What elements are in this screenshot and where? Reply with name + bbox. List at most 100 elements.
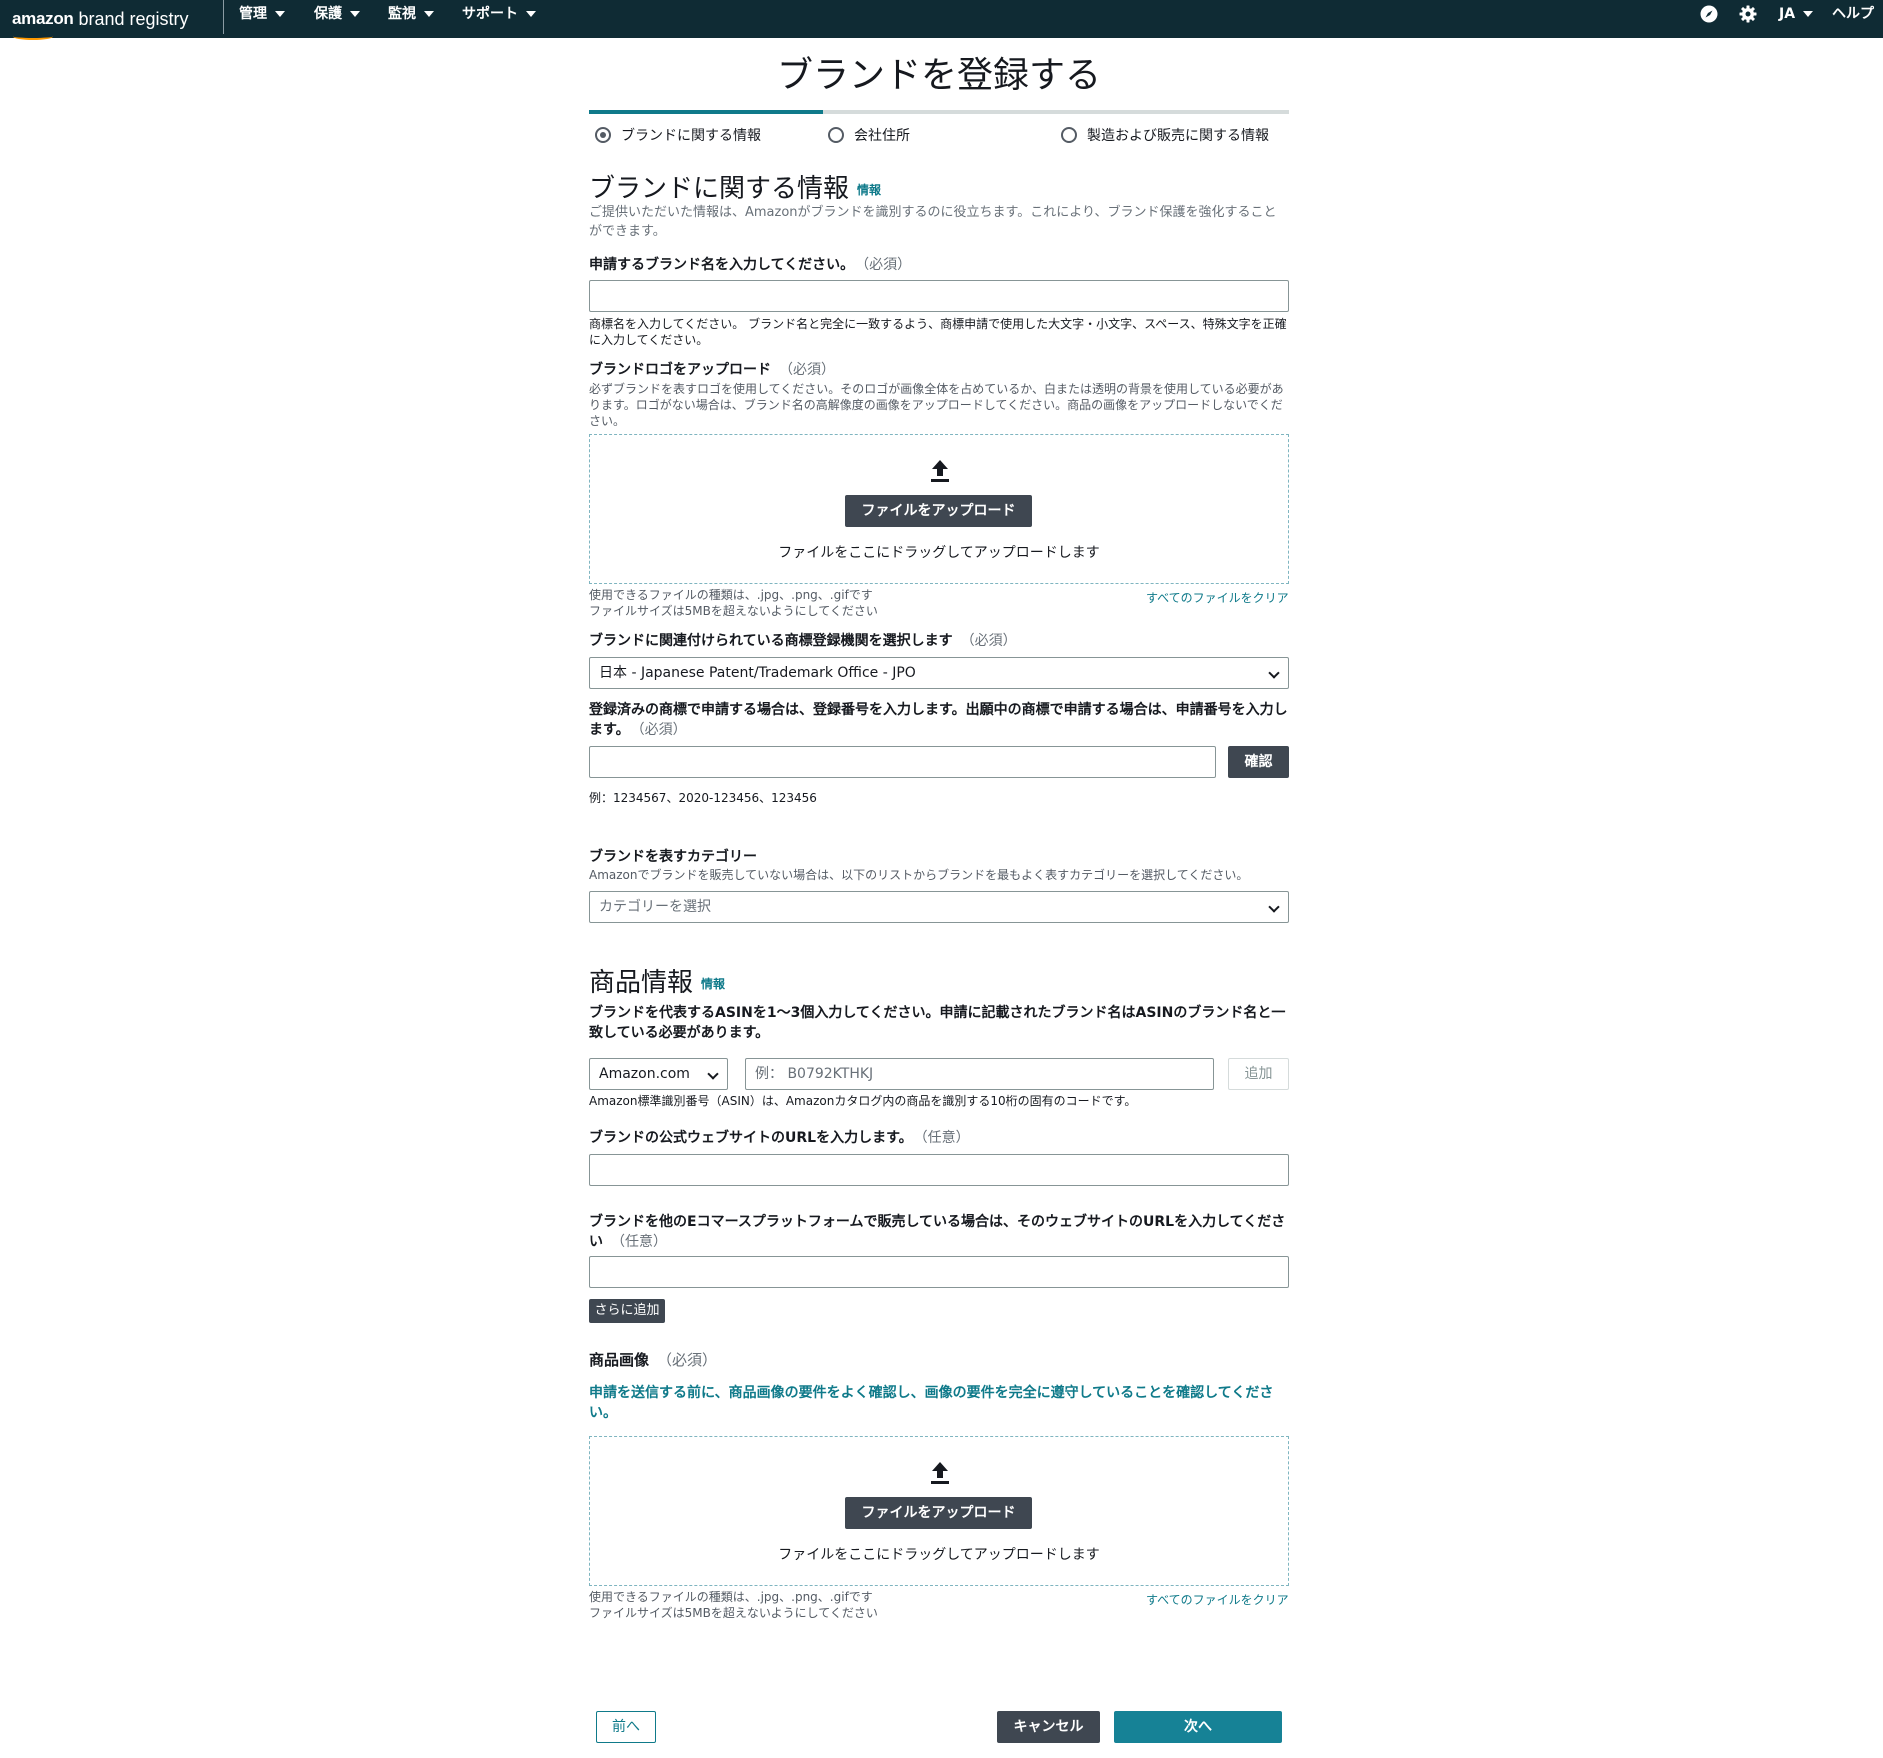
- upload-file-button[interactable]: ファイルをアップロード: [845, 1497, 1032, 1529]
- select-placeholder: カテゴリーを選択: [599, 899, 711, 915]
- brand-logo-help: 必ずブランドを表すロゴを使用してください。そのロゴが画像全体を占めているか、白ま…: [589, 382, 1284, 428]
- nav-menu-label: サポート: [462, 6, 518, 22]
- chevron-down-icon: [1268, 901, 1280, 913]
- language-label: JA: [1779, 6, 1796, 22]
- add-asin-button[interactable]: 追加: [1228, 1058, 1289, 1090]
- registration-number-example: 例：1234567、2020-123456、123456: [589, 791, 817, 805]
- required-tag: （必須）: [637, 722, 687, 738]
- add-more-button[interactable]: さらに追加: [589, 1299, 665, 1323]
- info-link[interactable]: 情報: [701, 977, 725, 991]
- upload-file-button[interactable]: ファイルをアップロード: [845, 495, 1032, 527]
- product-images-dropzone[interactable]: ファイルをアップロード ファイルをここにドラッグしてアップロードします: [589, 1436, 1289, 1586]
- upload-arrow-icon: [931, 1462, 949, 1484]
- product-images-warning: 申請を送信する前に、商品画像の要件をよく確認し、画像の要件を完全に遵守しているこ…: [589, 1385, 1274, 1421]
- product-images-label: 商品画像 （必須）: [589, 1350, 1289, 1370]
- drop-hint-text: ファイルをここにドラッグしてアップロードします: [778, 545, 1100, 561]
- nav-menu-protect[interactable]: 保護: [314, 0, 360, 28]
- ecommerce-url-input[interactable]: [589, 1256, 1289, 1288]
- input-placeholder: 例： B0792KTHKJ: [755, 1066, 874, 1082]
- prev-button[interactable]: 前へ: [596, 1711, 656, 1743]
- label-text: 商品画像: [589, 1351, 650, 1369]
- brand-name-label: 申請するブランド名を入力してください。 （必須）: [589, 255, 1289, 275]
- images-clear-files-link[interactable]: すべてのファイルをクリア: [1146, 1591, 1289, 1608]
- radio-empty-icon: [1061, 127, 1077, 143]
- nav-menu-label: 保護: [314, 6, 342, 22]
- required-tag: （必須）: [960, 633, 1017, 649]
- category-help: Amazonでブランドを販売していない場合は、以下のリストからブランドを最もよく…: [589, 868, 1249, 882]
- label-text: 登録済みの商標で申請する場合は、登録番号を入力します。出願中の商標で申請する場合…: [589, 702, 1288, 738]
- progress-fill: [589, 110, 823, 114]
- brand-registry-logo[interactable]: amazon brand registry: [12, 2, 189, 40]
- step-brand-info[interactable]: ブランドに関する情報: [595, 125, 761, 145]
- heading-text: 商品情報: [589, 968, 694, 998]
- nav-menu-label: 管理: [239, 6, 267, 22]
- caret-down-icon: [526, 11, 536, 17]
- logo-brand-registry-text: brand registry: [78, 8, 189, 29]
- nav-menu-monitor[interactable]: 監視: [388, 0, 434, 28]
- radio-empty-icon: [828, 127, 844, 143]
- step-label: 製造および販売に関する情報: [1087, 128, 1269, 144]
- caret-down-icon: [350, 11, 360, 17]
- website-label: ブランドの公式ウェブサイトのURLを入力します。 （任意）: [589, 1128, 1289, 1148]
- nav-menu-label: 監視: [388, 6, 416, 22]
- logo-smile-mark: [13, 33, 53, 40]
- compass-icon[interactable]: [1699, 4, 1719, 24]
- top-nav-bar: amazon brand registry 管理 保護 監視 サポート JA ヘ…: [0, 0, 1883, 40]
- registration-number-input[interactable]: [589, 746, 1216, 778]
- logo-amazon-text: amazon: [12, 9, 74, 28]
- trademark-office-select[interactable]: 日本 - Japanese Patent/Trademark Office - …: [589, 657, 1289, 689]
- drop-hint-text: ファイルをここにドラッグしてアップロードします: [778, 1547, 1100, 1563]
- nav-menu-manage[interactable]: 管理: [239, 0, 285, 28]
- caret-down-icon: [275, 11, 285, 17]
- gear-icon[interactable]: [1738, 4, 1758, 24]
- registration-number-label: 登録済みの商標で申請する場合は、登録番号を入力します。出願中の商標で申請する場合…: [589, 700, 1289, 740]
- cancel-button[interactable]: キャンセル: [997, 1711, 1100, 1743]
- caret-down-icon: [424, 11, 434, 17]
- logo-dropzone[interactable]: ファイルをアップロード ファイルをここにドラッグしてアップロードします: [589, 434, 1289, 584]
- optional-tag: （任意）: [920, 1130, 970, 1146]
- step-label: 会社住所: [854, 128, 910, 144]
- asin-label: ブランドを代表するASINを1〜3個入力してください。申請に記載されたブランド名…: [589, 1005, 1286, 1041]
- next-button[interactable]: 次へ: [1114, 1711, 1282, 1743]
- label-text: ブランドを他のEコマースプラットフォームで販売している場合は、そのウェブサイトの…: [589, 1214, 1286, 1250]
- caret-down-icon: [1803, 11, 1814, 17]
- chevron-down-icon: [1268, 667, 1280, 679]
- label-text: ブランドの公式ウェブサイトのURLを入力します。: [589, 1130, 913, 1146]
- heading-text: ブランドに関する情報: [589, 174, 850, 204]
- select-value: 日本 - Japanese Patent/Trademark Office - …: [599, 665, 916, 681]
- step-label: ブランドに関する情報: [621, 128, 761, 144]
- product-info-heading: 商品情報 情報: [589, 962, 725, 999]
- label-text: ブランドロゴをアップロード: [589, 362, 771, 378]
- website-url-input[interactable]: [589, 1154, 1289, 1186]
- upload-arrow-icon: [931, 460, 949, 482]
- asin-input[interactable]: 例： B0792KTHKJ: [745, 1058, 1214, 1090]
- optional-tag: （任意）: [611, 1234, 667, 1250]
- logo-clear-files-link[interactable]: すべてのファイルをクリア: [1146, 589, 1289, 606]
- label-text: ブランドに関連付けられている商標登録機関を選択します: [589, 633, 953, 649]
- language-selector[interactable]: JA: [1779, 0, 1814, 28]
- chevron-down-icon: [707, 1068, 719, 1080]
- brand-logo-label: ブランドロゴをアップロード （必須）: [589, 360, 1289, 380]
- asin-help: Amazon標準識別番号（ASIN）は、Amazonカタログ内の商品を識別する1…: [589, 1094, 1137, 1108]
- brand-info-heading: ブランドに関する情報 情報: [589, 168, 881, 205]
- label-text: 申請するブランド名を入力してください。: [589, 257, 855, 273]
- required-tag: （必須）: [862, 257, 912, 273]
- brand-name-input[interactable]: [589, 280, 1289, 312]
- required-tag: （必須）: [657, 1351, 718, 1369]
- category-label: ブランドを表すカテゴリー: [589, 849, 757, 865]
- step-company-address[interactable]: 会社住所: [828, 125, 910, 145]
- select-value: Amazon.com: [599, 1066, 690, 1082]
- page-title: ブランドを登録する: [776, 55, 1101, 96]
- info-link[interactable]: 情報: [857, 183, 881, 197]
- ecommerce-label: ブランドを他のEコマースプラットフォームで販売している場合は、そのウェブサイトの…: [589, 1212, 1289, 1252]
- nav-divider: [223, 0, 224, 34]
- verify-button[interactable]: 確認: [1228, 746, 1289, 778]
- trademark-office-label: ブランドに関連付けられている商標登録機関を選択します （必須）: [589, 631, 1289, 651]
- required-tag: （必須）: [779, 362, 835, 378]
- nav-help-link[interactable]: ヘルプ: [1832, 0, 1874, 28]
- nav-menu-support[interactable]: サポート: [462, 0, 536, 28]
- category-select[interactable]: カテゴリーを選択: [589, 891, 1289, 923]
- marketplace-select[interactable]: Amazon.com: [589, 1058, 728, 1090]
- brand-name-help: 商標名を入力してください。 ブランド名と完全に一致するよう、商標申請で使用した大…: [589, 317, 1287, 347]
- step-manufacturing-sales[interactable]: 製造および販売に関する情報: [1061, 125, 1269, 145]
